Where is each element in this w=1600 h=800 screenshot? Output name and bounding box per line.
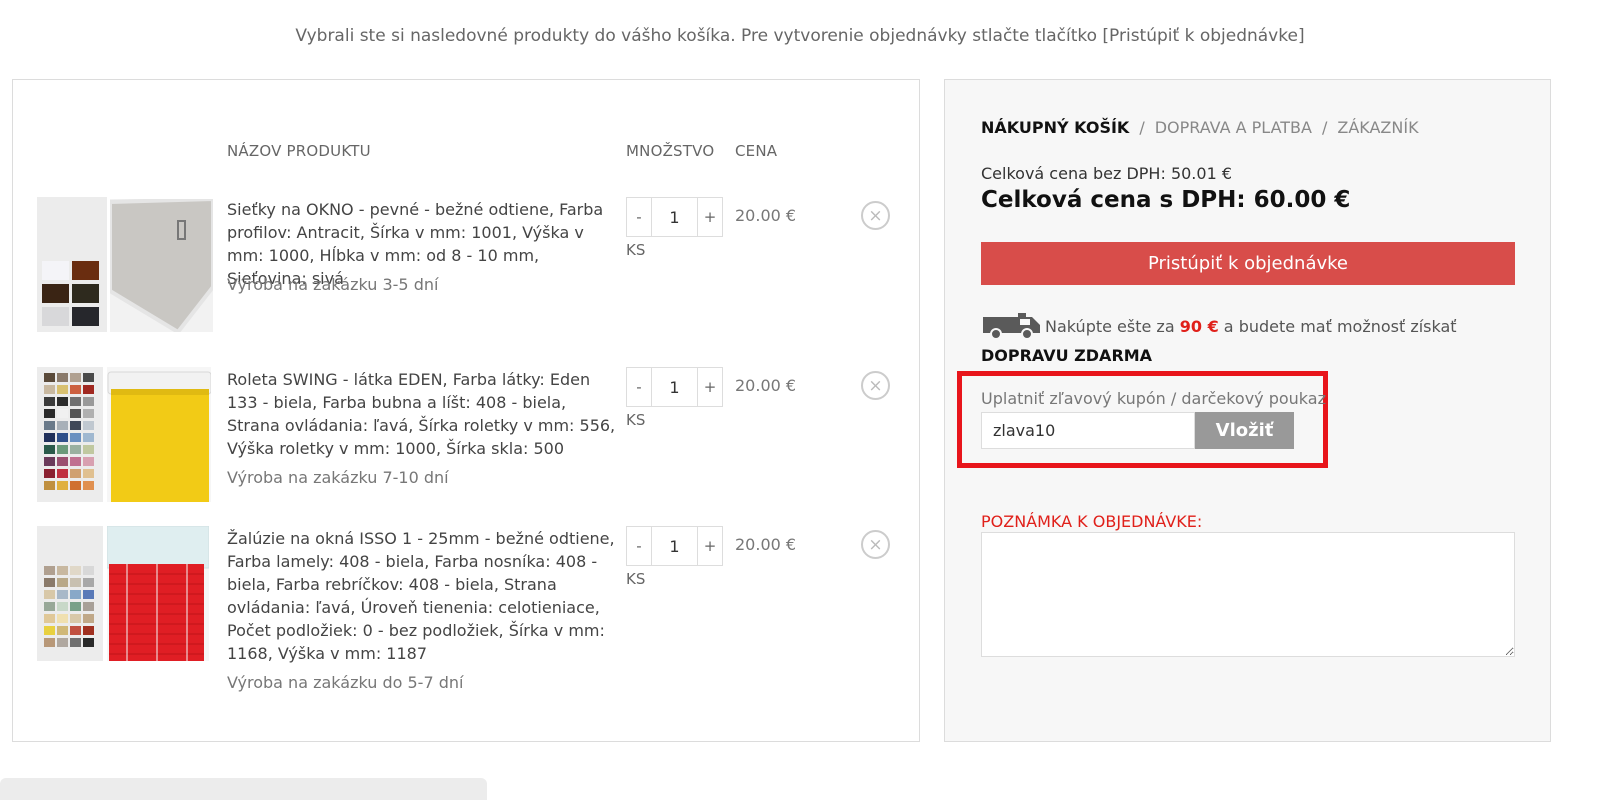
item-2-color-swatches: [37, 367, 103, 502]
coupon-label: Uplatniť zľavový kupón / darčekový pouka…: [981, 389, 1326, 408]
item-3-unit: KS: [626, 570, 646, 588]
qty-increase-button[interactable]: +: [698, 198, 722, 236]
item-3-name[interactable]: Žalúzie na okná ISSO 1 - 25mm - bežné od…: [227, 527, 619, 665]
free-shipping-label: DOPRAVU ZDARMA: [981, 346, 1153, 365]
column-header-qty: MNOŽSTVO: [626, 142, 715, 160]
qty-input[interactable]: 1: [651, 198, 698, 236]
qty-input[interactable]: 1: [651, 368, 698, 406]
free-shipping-mid: a budete mať možnosť získať: [1223, 317, 1457, 336]
proceed-to-order-button[interactable]: Pristúpiť k objednávke: [981, 242, 1515, 285]
close-icon: ×: [868, 534, 883, 555]
apply-coupon-button[interactable]: Vložiť: [1195, 412, 1294, 449]
item-1-production-note: Výroba na zakázku 3-5 dní: [227, 275, 439, 294]
step-separator: /: [1321, 118, 1328, 137]
item-2-price: 20.00 €: [735, 376, 797, 395]
order-note-textarea[interactable]: [981, 532, 1515, 657]
step-customer[interactable]: ZÁKAZNÍK: [1337, 118, 1418, 137]
coupon-input[interactable]: [981, 412, 1195, 449]
free-shipping-message: Nakúpte ešte za 90 € a budete mať možnos…: [981, 312, 1521, 370]
step-shipping-payment[interactable]: DOPRAVA A PLATBA: [1155, 118, 1312, 137]
step-separator: /: [1139, 118, 1145, 137]
item-3-qty-stepper: - 1 +: [626, 526, 723, 566]
qty-increase-button[interactable]: +: [698, 368, 722, 406]
cart-intro-text: Vybrali ste si nasledovné produkty do vá…: [295, 26, 1305, 46]
total-price-with-vat: Celková cena s DPH: 60.00 €: [981, 187, 1351, 213]
item-1-color-swatches: [37, 197, 107, 332]
item-1-image[interactable]: [110, 199, 213, 332]
item-1-qty-stepper: - 1 +: [626, 197, 723, 237]
item-2-unit: KS: [626, 411, 646, 429]
checkout-steps: NÁKUPNÝ KOŠÍK / DOPRAVA A PLATBA / ZÁKAZNÍK: [981, 118, 1419, 137]
item-1-price: 20.00 €: [735, 206, 797, 225]
qty-increase-button[interactable]: +: [698, 527, 722, 565]
qty-input[interactable]: 1: [651, 527, 698, 565]
item-3-color-swatches: [37, 526, 103, 661]
horizontal-scrollbar[interactable]: [0, 778, 487, 800]
free-shipping-pre: Nakúpte ešte za: [1045, 317, 1175, 336]
close-icon: ×: [868, 375, 883, 396]
step-cart[interactable]: NÁKUPNÝ KOŠÍK: [981, 118, 1129, 137]
qty-decrease-button[interactable]: -: [627, 527, 651, 565]
item-2-qty-stepper: - 1 +: [626, 367, 723, 407]
item-2-name[interactable]: Roleta SWING - látka EDEN, Farba látky: …: [227, 368, 619, 460]
remove-item-3-button[interactable]: ×: [861, 530, 890, 559]
column-header-name: NÁZOV PRODUKTU: [227, 142, 371, 160]
item-1-unit: KS: [626, 241, 646, 259]
remove-item-2-button[interactable]: ×: [861, 371, 890, 400]
qty-decrease-button[interactable]: -: [627, 368, 651, 406]
qty-decrease-button[interactable]: -: [627, 198, 651, 236]
item-2-image[interactable]: [107, 367, 211, 502]
item-3-image[interactable]: [107, 526, 209, 661]
remove-item-1-button[interactable]: ×: [861, 201, 890, 230]
free-shipping-amount: 90 €: [1179, 317, 1219, 336]
total-price-without-vat: Celková cena bez DPH: 50.01 €: [981, 164, 1233, 183]
item-3-production-note: Výroba na zakázku do 5-7 dní: [227, 673, 464, 692]
item-3-price: 20.00 €: [735, 535, 797, 554]
close-icon: ×: [868, 205, 883, 226]
item-2-production-note: Výroba na zakázku 7-10 dní: [227, 468, 449, 487]
order-note-label: POZNÁMKA K OBJEDNÁVKE:: [981, 512, 1203, 531]
column-header-price: CENA: [735, 142, 778, 160]
